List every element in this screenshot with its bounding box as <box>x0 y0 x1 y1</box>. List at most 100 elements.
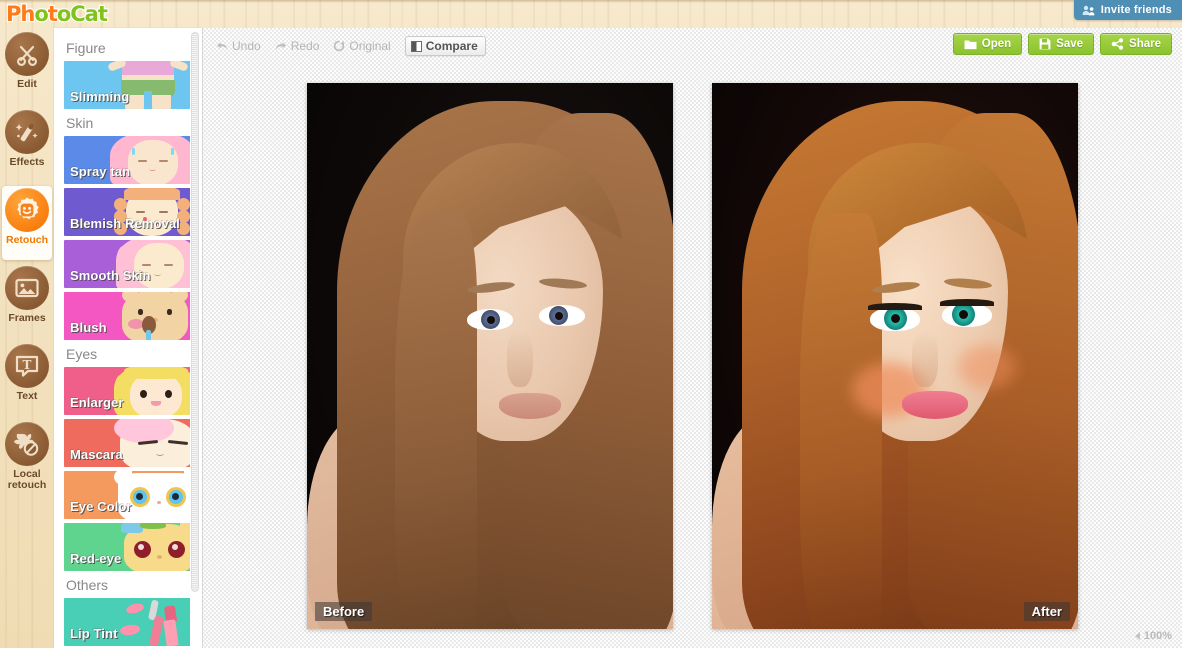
caret-left-icon[interactable] <box>1134 632 1140 640</box>
before-label: Before <box>315 602 373 621</box>
pupil-right-before <box>555 312 563 320</box>
logo-part-5: Cat <box>69 1 109 26</box>
tool-panel-scrollbar-thumb[interactable] <box>191 32 199 592</box>
tool-label-lip-tint: Lip Tint <box>70 626 118 641</box>
tool-label-blemish-removal: Blemish Removal <box>70 216 180 231</box>
tool-label-enlarger: Enlarger <box>70 395 124 410</box>
face-icon <box>5 188 49 232</box>
edit-toolbar: Undo Redo Original Compare <box>216 35 486 57</box>
tool-card-blush[interactable]: Blush <box>64 292 191 340</box>
undo-arrow-icon <box>217 42 227 50</box>
scissors-icon <box>5 32 49 76</box>
lips-after <box>902 391 968 419</box>
sidebar-label-retouch: Retouch <box>6 234 48 246</box>
nose-after <box>912 331 938 387</box>
tool-card-eye-color[interactable]: Eye Color <box>64 471 191 519</box>
before-image[interactable]: Before <box>307 83 673 629</box>
after-label: After <box>1023 602 1070 621</box>
tool-label-eye-color: Eye Color <box>70 499 132 514</box>
redo-label: Redo <box>290 39 320 53</box>
share-nodes-icon <box>1111 38 1124 50</box>
retouch-tool-panel: Figure Slimming Skin Spray tan Blemish R… <box>54 28 202 648</box>
sidebar-label-frames: Frames <box>8 312 46 324</box>
tool-label-blush: Blush <box>70 320 107 335</box>
tool-card-smooth-skin[interactable]: Smooth Skin <box>64 240 191 288</box>
folder-icon <box>964 40 977 49</box>
logo-part-2: o <box>33 1 50 26</box>
refresh-icon <box>334 40 345 52</box>
sidebar-label-effects: Effects <box>9 156 45 168</box>
mascara-left-after <box>868 303 922 310</box>
group-title-skin: Skin <box>66 115 94 131</box>
sidebar-label-edit: Edit <box>17 78 37 90</box>
editor-canvas: Undo Redo Original Compare Open Save Sha… <box>202 28 1182 648</box>
logo-part-1: Ph <box>5 1 37 26</box>
share-label: Share <box>1129 38 1161 50</box>
pupil-left-after <box>891 314 900 323</box>
top-shadow <box>0 0 1182 3</box>
tool-label-smooth-skin: Smooth Skin <box>70 268 151 283</box>
split-view-icon <box>410 40 422 52</box>
sidebar-item-local-retouch[interactable]: Local retouch <box>0 418 54 496</box>
blush-right-after <box>958 345 1016 389</box>
group-title-others: Others <box>66 577 109 593</box>
pupil-left-before <box>487 316 495 324</box>
save-label: Save <box>1056 38 1084 50</box>
compare-button[interactable]: Compare <box>404 36 486 56</box>
magic-wand-icon <box>5 110 49 154</box>
open-button[interactable]: Open <box>952 33 1023 55</box>
tool-label-spray-tan: Spray tan <box>70 164 131 179</box>
tool-card-enlarger[interactable]: Enlarger <box>64 367 191 415</box>
picture-frame-icon <box>5 266 49 310</box>
original-button[interactable]: Original <box>333 39 391 53</box>
sidebar-rail: Edit Effects Retouch Frames T Text Local… <box>0 28 54 648</box>
invite-friends-button[interactable]: Invite friends <box>1073 0 1182 20</box>
zoom-level-label: 100% <box>1143 630 1172 642</box>
mascara-right-after <box>940 299 994 306</box>
sidebar-label-local-retouch: Local retouch <box>7 468 47 491</box>
tool-card-red-eye[interactable]: Red-eye <box>64 523 191 571</box>
hair-side-left-after <box>800 213 882 629</box>
app-logo[interactable]: Ph o t o Cat <box>5 1 109 26</box>
stamp-flower-icon <box>5 422 49 466</box>
nose-before <box>507 331 533 387</box>
tool-card-blemish-removal[interactable]: Blemish Removal <box>64 188 191 236</box>
tool-card-slimming[interactable]: Slimming <box>64 61 191 109</box>
undo-button[interactable]: Undo <box>216 39 261 53</box>
share-button[interactable]: Share <box>1100 33 1172 55</box>
logo-part-3: t <box>47 1 59 26</box>
tool-card-mascara[interactable]: Mascara <box>64 419 191 467</box>
sidebar-item-edit[interactable]: Edit <box>0 28 54 106</box>
tool-label-slimming: Slimming <box>70 89 130 104</box>
tool-label-red-eye: Red-eye <box>70 551 122 566</box>
original-label: Original <box>349 39 391 53</box>
sidebar-label-text: Text <box>16 390 38 402</box>
text-bubble-icon: T <box>5 344 49 388</box>
redo-button[interactable]: Redo <box>275 39 320 53</box>
action-button-group: Open Save Share <box>952 33 1172 55</box>
logo-part-4: o <box>56 1 73 26</box>
sidebar-item-retouch[interactable]: Retouch <box>0 184 54 262</box>
tool-label-mascara: Mascara <box>70 447 123 462</box>
zoom-indicator[interactable]: 100% <box>1134 630 1172 642</box>
invite-friends-label: Invite friends <box>1100 4 1172 16</box>
pupil-right-after <box>959 310 968 319</box>
group-title-figure: Figure <box>66 40 106 56</box>
sidebar-item-text[interactable]: T Text <box>0 340 54 418</box>
open-label: Open <box>981 38 1012 50</box>
tool-card-spray-tan[interactable]: Spray tan <box>64 136 191 184</box>
floppy-disk-icon <box>1039 38 1051 50</box>
undo-label: Undo <box>232 39 261 53</box>
svg-text:T: T <box>23 358 32 372</box>
redo-arrow-icon <box>275 42 286 50</box>
sidebar-item-frames[interactable]: Frames <box>0 262 54 340</box>
people-add-icon <box>1082 5 1095 15</box>
save-button[interactable]: Save <box>1028 33 1095 55</box>
after-image[interactable]: After <box>712 83 1078 629</box>
group-title-eyes: Eyes <box>66 346 98 362</box>
hair-side-left-before <box>395 213 477 629</box>
sidebar-item-effects[interactable]: Effects <box>0 106 54 184</box>
lips-before <box>499 393 561 419</box>
tool-card-lip-tint[interactable]: Lip Tint <box>64 598 191 646</box>
compare-label: Compare <box>425 39 478 53</box>
